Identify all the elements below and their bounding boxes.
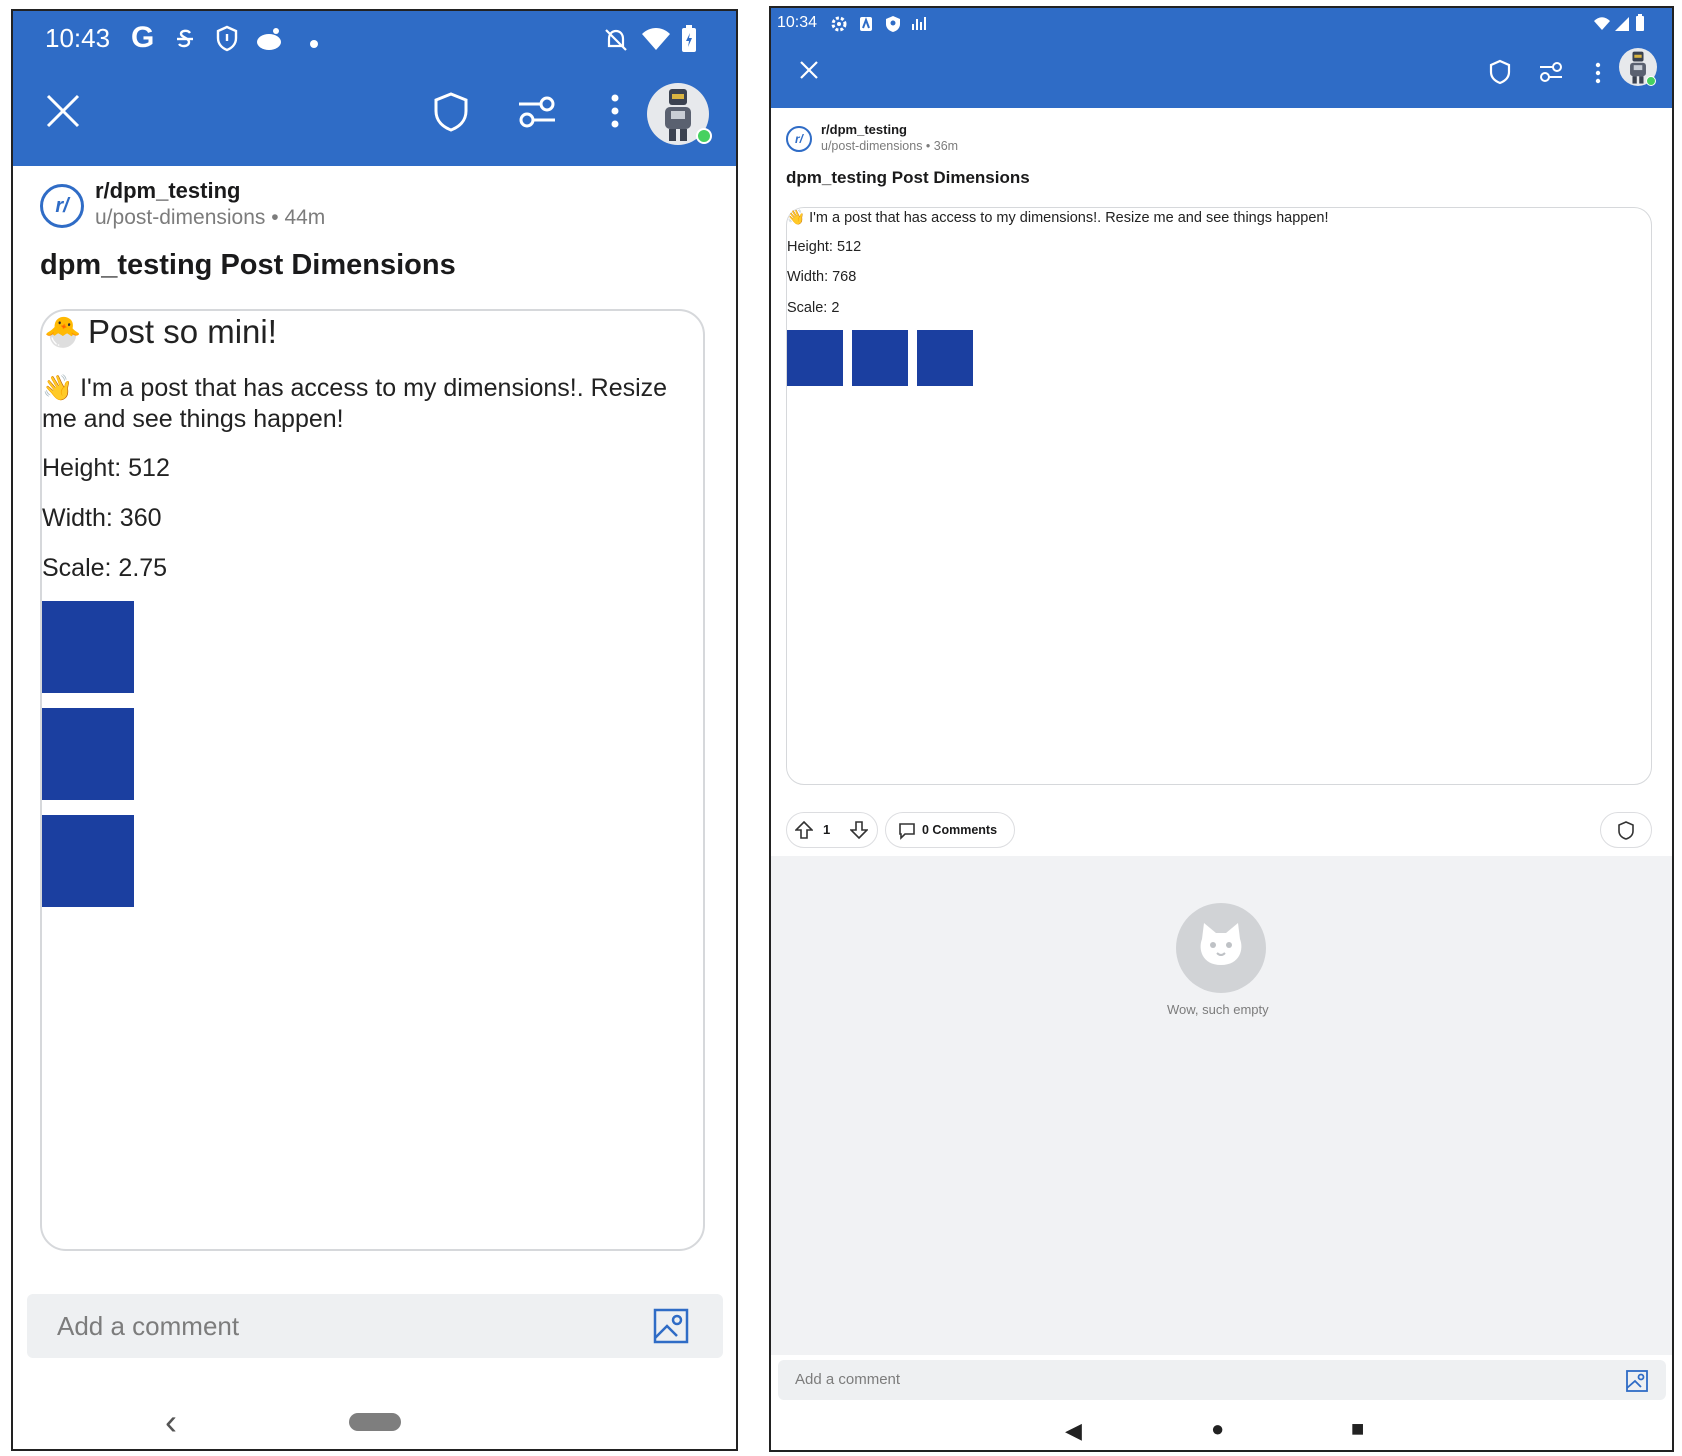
online-status-dot <box>696 128 712 144</box>
nav-home-button[interactable]: ● <box>1211 1416 1224 1442</box>
comments-button[interactable]: 0 Comments <box>885 812 1015 848</box>
dimension-block-3 <box>917 330 973 386</box>
wifi-icon <box>1594 17 1610 30</box>
height-label: Height: 512 <box>787 239 862 255</box>
comment-bubble-icon <box>899 823 915 840</box>
community-logo[interactable]: r/ <box>40 184 84 228</box>
image-upload-icon[interactable] <box>1626 1370 1648 1392</box>
scale-label: Scale: 2 <box>787 300 840 316</box>
webview-body: 👋 I'm a post that has access to my dimen… <box>787 209 1647 226</box>
cell-signal-icon <box>1615 17 1629 31</box>
wave-emoji-icon: 👋 <box>787 210 806 226</box>
notification-dot-icon <box>310 40 318 48</box>
battery-icon <box>682 25 696 52</box>
wifi-icon <box>642 28 670 50</box>
a-badge-icon <box>860 17 872 31</box>
shield-icon <box>1618 821 1634 840</box>
post-title: dpm_testing Post Dimensions <box>40 249 456 281</box>
mod-shield-icon[interactable] <box>433 91 469 133</box>
dimension-block-1 <box>787 330 843 386</box>
webview-heading: Post so mini! <box>88 313 277 350</box>
mod-action-button[interactable] <box>1600 812 1652 848</box>
subreddit-name[interactable]: r/dpm_testing <box>95 178 240 204</box>
image-upload-icon[interactable] <box>653 1308 689 1344</box>
close-icon[interactable] <box>799 60 819 80</box>
comment-input[interactable]: Add a comment <box>27 1294 723 1358</box>
right-tablet-screen: 10:34 r/ r/dpm_testing u/post-dimensions… <box>769 6 1674 1452</box>
dimension-block-1 <box>42 601 134 693</box>
google-icon: G <box>131 21 155 54</box>
comments-empty-area: Wow, such empty <box>771 856 1672 1355</box>
strikethrough-s-icon <box>177 29 193 48</box>
webview-body: 👋 I'm a post that has access to my dimen… <box>42 373 682 435</box>
post-webview-card: 🐣 Post so mini! 👋 I'm a post that has ac… <box>40 309 705 1251</box>
back-gesture-button[interactable]: ‹ <box>165 1401 177 1443</box>
mod-shield-icon[interactable] <box>1489 59 1511 85</box>
comment-placeholder: Add a comment <box>795 1371 901 1388</box>
nav-back-button[interactable]: ◀ <box>1065 1418 1082 1444</box>
right-app-bar: 10:34 <box>771 8 1672 108</box>
width-label: Width: 360 <box>42 504 162 532</box>
width-label: Width: 768 <box>787 269 857 285</box>
comments-label: 0 Comments <box>922 823 998 837</box>
comment-placeholder: Add a comment <box>57 1311 240 1341</box>
signal-bars-icon <box>912 17 926 30</box>
vote-pill: 1 <box>786 812 878 848</box>
author-line[interactable]: u/post-dimensions • 36m <box>821 139 958 153</box>
empty-state-text: Wow, such empty <box>1167 1002 1269 1017</box>
shield-status-icon <box>886 16 900 32</box>
battery-icon <box>1636 14 1644 31</box>
post-webview-card: 👋 I'm a post that has access to my dimen… <box>786 207 1652 785</box>
nav-recents-button[interactable]: ■ <box>1351 1416 1364 1442</box>
status-time: 10:43 <box>45 23 111 53</box>
community-logo[interactable]: r/ <box>786 126 812 152</box>
gear-icon <box>831 16 847 32</box>
upvote-arrow-icon[interactable] <box>795 821 813 839</box>
subreddit-name[interactable]: r/dpm_testing <box>821 122 907 137</box>
dimension-block-2 <box>852 330 908 386</box>
reddit-status-icon <box>257 28 281 50</box>
status-time: 10:34 <box>777 14 818 31</box>
author-line[interactable]: u/post-dimensions • 44m <box>95 206 325 230</box>
sliders-icon[interactable] <box>1539 62 1563 82</box>
wave-emoji-icon: 👋 <box>42 374 74 402</box>
scale-label: Scale: 2.75 <box>42 554 168 582</box>
shield-status-icon <box>216 25 238 52</box>
empty-cat-avatar <box>1176 903 1266 993</box>
chick-emoji-icon: 🐣 <box>44 316 82 349</box>
left-app-bar: 10:43 G <box>13 11 736 166</box>
height-label: Height: 512 <box>42 454 170 482</box>
webview-body-text: I'm a post that has access to my dimensi… <box>809 210 1329 226</box>
dimension-block-3 <box>42 815 134 907</box>
more-vertical-icon[interactable] <box>1595 62 1601 84</box>
downvote-arrow-icon[interactable] <box>850 821 868 839</box>
bell-off-icon <box>605 29 627 51</box>
online-status-dot <box>1646 76 1656 86</box>
left-phone-screen: 10:43 G r/ r/dpm_testing u/post-dimensio… <box>11 9 738 1451</box>
post-title: dpm_testing Post Dimensions <box>786 168 1030 187</box>
cat-face-icon <box>1200 923 1242 965</box>
webview-body-text: I'm a post that has access to my dimensi… <box>42 374 668 433</box>
more-vertical-icon[interactable] <box>610 93 620 129</box>
sliders-icon[interactable] <box>517 95 557 129</box>
home-gesture-pill[interactable] <box>349 1413 401 1431</box>
vote-count: 1 <box>823 822 831 837</box>
dimension-block-2 <box>42 708 134 800</box>
close-icon[interactable] <box>45 93 81 129</box>
comment-input[interactable]: Add a comment <box>778 1360 1666 1400</box>
